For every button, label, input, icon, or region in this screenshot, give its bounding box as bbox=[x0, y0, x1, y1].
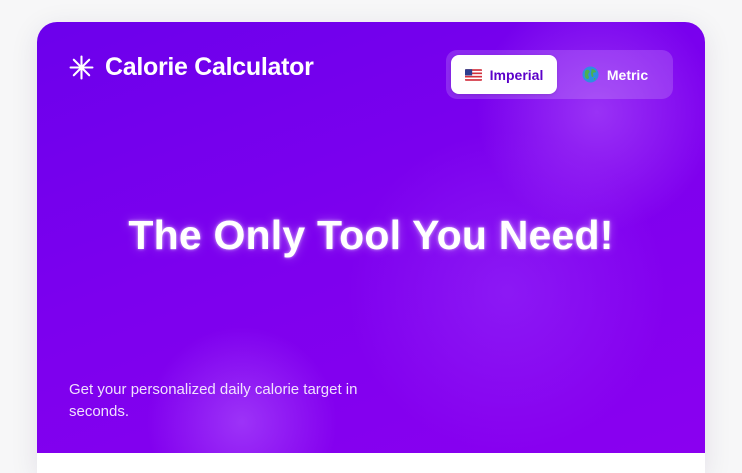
globe-icon bbox=[582, 66, 599, 83]
unit-option-label: Metric bbox=[606, 66, 649, 83]
asterisk-sparkle-icon bbox=[69, 55, 94, 79]
hero-banner: Calorie Calculator Imperial Metric The O… bbox=[37, 22, 705, 453]
unit-option-metric[interactable]: Metric bbox=[562, 55, 668, 94]
app-header: Calorie Calculator bbox=[69, 52, 314, 82]
hero-subtitle: Get your personalized daily calorie targ… bbox=[69, 381, 358, 420]
form-section-top bbox=[37, 453, 705, 473]
app-title: Calorie Calculator bbox=[105, 53, 314, 81]
page: Calorie Calculator Imperial Metric The O… bbox=[0, 0, 742, 473]
unit-option-label: Imperial bbox=[489, 66, 544, 83]
unit-toggle: Imperial Metric bbox=[446, 50, 673, 99]
unit-option-imperial[interactable]: Imperial bbox=[451, 55, 557, 94]
us-flag-icon bbox=[464, 68, 482, 81]
hero-headline: The Only Tool You Need! bbox=[128, 212, 614, 258]
calculator-card: Calorie Calculator Imperial Metric The O… bbox=[37, 22, 705, 473]
